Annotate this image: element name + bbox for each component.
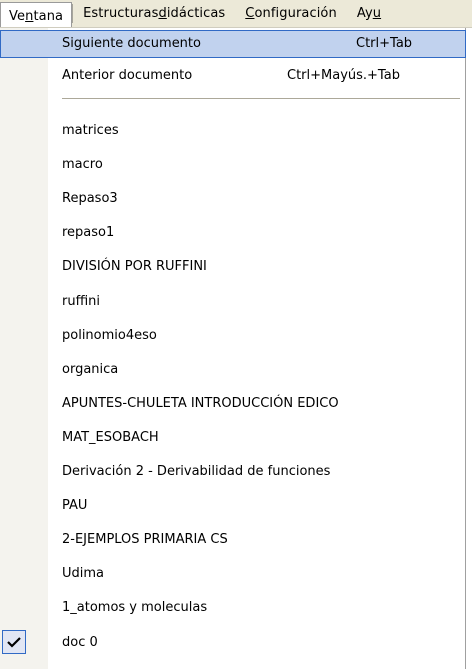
menu-item-label: matrices — [62, 123, 119, 138]
menu-item-label: PAU — [62, 498, 88, 513]
menu-ayuda-mnemonic: u — [372, 6, 382, 21]
menu-item-shortcut: Ctrl+Tab — [356, 36, 413, 51]
menu-item-document[interactable]: APUNTES-CHULETA INTRODUCCIÓN EDICO — [0, 390, 466, 418]
menu-item-document[interactable]: PAU — [0, 492, 466, 520]
menu-item-document[interactable]: DIVISIÓN POR RUFFINI — [0, 253, 466, 281]
menu-estructuras-mnemonic: d — [158, 6, 167, 21]
menu-item-label: 1_atomos y moleculas — [62, 600, 208, 615]
menu-item-label: ruffini — [62, 294, 101, 309]
menu-item-document[interactable]: organica — [0, 356, 466, 384]
menu-configuracion-mnemonic: C — [245, 6, 255, 21]
menu-item-document[interactable]: Udima — [0, 560, 466, 588]
menu-item-label: Repaso3 — [62, 191, 118, 206]
menu-estructuras-didacticas[interactable]: Estructuras d idácticas — [73, 0, 235, 27]
menu-item-shortcut: Ctrl+Mayús.+Tab — [287, 68, 400, 83]
menu-item-document[interactable]: Derivación 2 - Derivabilidad de funcione… — [0, 458, 466, 486]
ventana-dropdown-menu: Siguiente documento Ctrl+Tab Anterior do… — [0, 28, 466, 669]
menu-item-next-document[interactable]: Siguiente documento Ctrl+Tab — [0, 30, 466, 58]
menu-item-document[interactable]: matrices — [0, 117, 466, 145]
menu-item-document[interactable]: repaso1 — [0, 219, 466, 247]
menu-ayuda-label-a: Ay — [356, 6, 373, 21]
checkmark-icon — [2, 630, 26, 654]
menu-ventana-label-a: Ve — [9, 9, 26, 24]
menu-item-label: DIVISIÓN POR RUFFINI — [62, 259, 207, 274]
menu-configuracion[interactable]: Configuración — [235, 0, 347, 27]
menu-ayuda[interactable]: Ay u — [347, 0, 391, 27]
menu-ventana-label-b: tana — [33, 9, 64, 24]
menu-item-previous-document[interactable]: Anterior documento Ctrl+Mayús.+Tab — [0, 62, 466, 90]
menu-item-label: macro — [62, 157, 103, 172]
menu-item-label: 2-EJEMPLOS PRIMARIA CS — [62, 532, 228, 547]
menu-ventana-mnemonic: n — [25, 9, 34, 24]
menu-item-label: Udima — [62, 566, 105, 581]
menu-item-label: Siguiente documento — [62, 36, 201, 51]
menu-configuracion-label-b: onfiguración — [254, 6, 337, 21]
menu-item-label: Derivación 2 - Derivabilidad de funcione… — [62, 464, 331, 479]
menu-separator — [62, 98, 460, 99]
menu-item-document[interactable]: ruffini — [0, 288, 466, 316]
menu-bar: Ve n tana Estructuras d idácticas Configura… — [0, 0, 472, 28]
menu-item-label: organica — [62, 362, 119, 377]
menu-item-document[interactable]: doc 0 — [0, 629, 466, 657]
menu-item-label: MAT_ESOBACH — [62, 430, 159, 445]
menu-item-document[interactable]: Repaso3 — [0, 185, 466, 213]
menu-estructuras-label-b: idácticas — [166, 6, 226, 21]
menu-item-document[interactable]: MAT_ESOBACH — [0, 424, 466, 452]
menu-item-document[interactable]: 1_atomos y moleculas — [0, 594, 466, 622]
menu-estructuras-label-a: Estructuras — [83, 6, 159, 21]
menu-item-label: doc 0 — [62, 635, 98, 650]
menu-item-label: repaso1 — [62, 225, 115, 240]
menu-item-document[interactable]: polinomio4eso — [0, 322, 466, 350]
menu-item-label: polinomio4eso — [62, 328, 157, 343]
menu-item-document[interactable]: macro — [0, 151, 466, 179]
menu-ventana[interactable]: Ve n tana — [0, 2, 73, 27]
menu-item-document[interactable]: 2-EJEMPLOS PRIMARIA CS — [0, 526, 466, 554]
menu-item-label: APUNTES-CHULETA INTRODUCCIÓN EDICO — [62, 396, 339, 411]
menu-item-label: Anterior documento — [62, 68, 193, 83]
